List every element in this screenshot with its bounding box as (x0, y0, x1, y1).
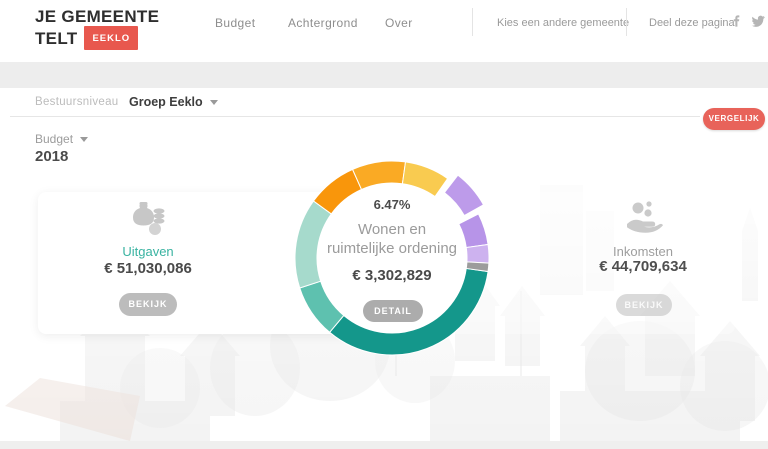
logo-text-line1: JE GEMEENTE (35, 7, 160, 26)
segment-label: Wonen en ruimtelijke ordening (302, 220, 482, 258)
level-value: Groep Eeklo (129, 95, 203, 109)
logo-text-line2: TELT (35, 28, 78, 48)
share-label: Deel deze pagina: (649, 17, 738, 29)
segment-label-line2: ruimtelijke ordening (326, 240, 458, 257)
budget-dropdown[interactable]: Budget (35, 132, 89, 146)
compare-button[interactable]: VERGELIJK (703, 108, 765, 130)
header-gray-band (0, 62, 768, 88)
segment-amount: € 3,302,829 (352, 267, 432, 284)
municipality-badge: EEKLO (84, 26, 139, 50)
twitter-icon[interactable] (750, 13, 766, 29)
header: JE GEMEENTE TELT EEKLO Budget Achtergron… (0, 0, 768, 62)
expenses-view-button[interactable]: BEKIJK (119, 293, 177, 316)
level-label: Bestuursniveau (35, 96, 119, 108)
segment-label-line1: Wonen en (357, 221, 427, 238)
divider-line (10, 116, 700, 117)
detail-button[interactable]: DETAIL (363, 300, 423, 322)
facebook-icon[interactable] (729, 13, 745, 29)
chevron-down-icon (209, 100, 218, 106)
page: JE GEMEENTE TELT EEKLO Budget Achtergron… (0, 0, 768, 449)
nav-item-over[interactable]: Over (385, 16, 413, 30)
budget-year: 2018 (35, 148, 69, 165)
expenses-title: Uitgaven (122, 244, 174, 259)
nav-item-achtergrond[interactable]: Achtergrond (288, 16, 358, 30)
footer-strip (0, 441, 768, 449)
header-divider (626, 8, 627, 36)
site-logo[interactable]: JE GEMEENTE TELT EEKLO (35, 7, 159, 50)
income-view-button[interactable]: BEKIJK (616, 294, 672, 316)
budget-label: Budget (35, 132, 74, 146)
budget-year-selector: Budget 2018 (35, 132, 89, 165)
hand-coins-icon (622, 199, 664, 237)
segment-percent: 6.47% (373, 197, 411, 212)
level-selector-row: Bestuursniveau Groep Eeklo (0, 88, 768, 116)
nav-item-budget[interactable]: Budget (215, 16, 255, 30)
chevron-down-icon (80, 137, 89, 143)
money-bags-icon (127, 198, 169, 238)
header-divider (472, 8, 473, 36)
income-amount: € 44,709,634 (599, 258, 687, 275)
level-dropdown[interactable]: Groep Eeklo (129, 95, 218, 109)
donut-center-info: 6.47% Wonen en ruimtelijke ordening € 3,… (302, 197, 482, 284)
expenses-amount: € 51,030,086 (104, 260, 192, 277)
income-title: Inkomsten (613, 244, 673, 259)
choose-municipality-link[interactable]: Kies een andere gemeente (497, 17, 629, 29)
